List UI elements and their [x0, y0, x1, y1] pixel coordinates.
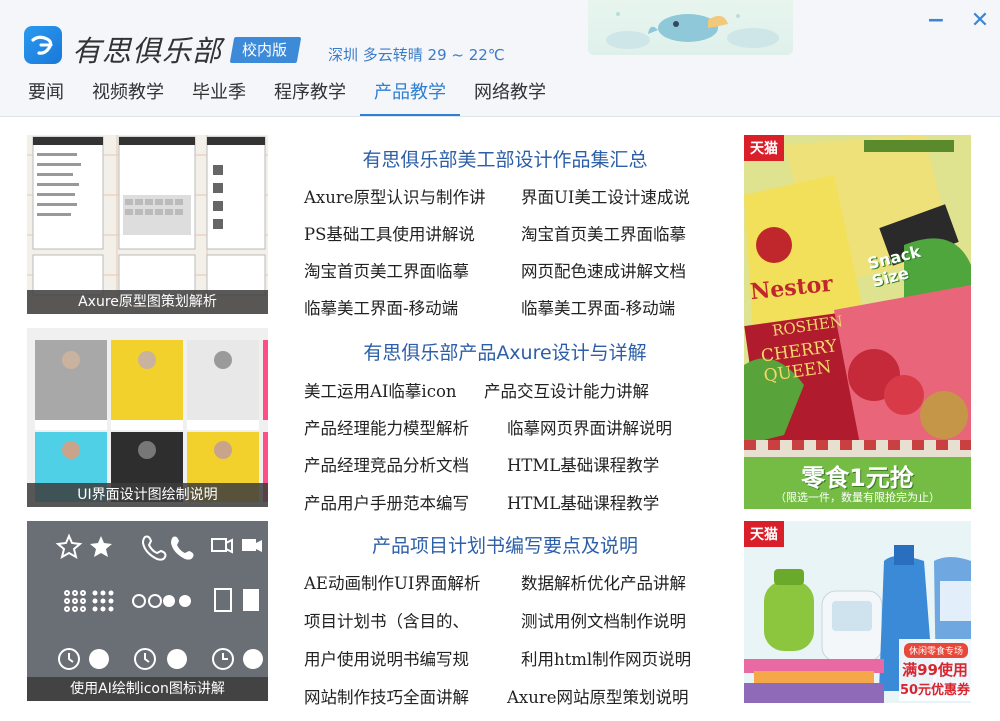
weather-illustration	[588, 0, 793, 55]
minimize-button[interactable]: −	[923, 8, 949, 34]
article-link[interactable]: 用户使用说明书编写规	[304, 646, 469, 670]
article-link[interactable]: 产品经理竞品分析文档	[304, 452, 469, 476]
article-link[interactable]: HTML基础课程教学	[507, 452, 659, 476]
snack-ad-banner[interactable]: 天猫 Nestor ROSHEN CHERRY QUEEN Snack Size…	[744, 135, 971, 509]
app-title: 有思俱乐部	[72, 34, 223, 68]
article-link[interactable]: 测试用例文档制作说明	[521, 608, 686, 632]
tab-programming[interactable]: 程序教学	[260, 78, 360, 114]
thumbnail-icon-drawing[interactable]: 使用AI绘制icon图标讲解	[27, 521, 268, 701]
app-header: 有思俱乐部 校内版 深圳 多云转晴 29 ~ 22℃ − ✕ 要闻 视频教学 毕…	[0, 0, 1000, 117]
promo-coupon: 50元优惠券	[899, 683, 971, 698]
section-title-project-plan[interactable]: 产品项目计划书编写要点及说明	[300, 531, 710, 558]
icon-set-image	[55, 533, 263, 670]
article-link[interactable]: 产品用户手册范本编写	[304, 490, 469, 514]
article-link[interactable]: Axure网站原型策划说明	[507, 684, 689, 708]
tab-graduation[interactable]: 毕业季	[178, 78, 260, 114]
axure-wireframe-image	[27, 135, 268, 314]
thumbnail-caption: Axure原型图策划解析	[27, 290, 268, 314]
tmall-tag: 天猫	[744, 135, 784, 161]
article-link[interactable]: 美工运用AI临摹icon	[304, 378, 457, 402]
article-link[interactable]: 临摹美工界面-移动端	[304, 295, 458, 319]
tab-news[interactable]: 要闻	[14, 78, 78, 114]
app-logo-icon	[24, 26, 62, 64]
promo-threshold: 满99使用	[902, 661, 968, 679]
promo-category: 休闲零食专场	[904, 643, 968, 658]
household-ad-banner[interactable]: 天猫 休闲零食专场 满99使用 50元优惠券	[744, 521, 971, 703]
thumbnail-axure[interactable]: Axure原型图策划解析	[27, 135, 268, 314]
close-button[interactable]: ✕	[967, 8, 993, 34]
article-link[interactable]: 淘宝首页美工界面临摹	[304, 258, 469, 282]
article-link[interactable]: 界面UI美工设计速成说	[521, 184, 690, 208]
article-link[interactable]: 临摹美工界面-移动端	[521, 295, 675, 319]
article-link[interactable]: 产品交互设计能力讲解	[484, 378, 649, 402]
article-link[interactable]: 网页配色速成讲解文档	[521, 258, 686, 282]
article-link[interactable]: 数据解析优化产品讲解	[521, 570, 686, 594]
article-link[interactable]: 项目计划书（含目的、	[304, 608, 469, 632]
article-link[interactable]: PS基础工具使用讲解说	[304, 221, 475, 245]
article-link[interactable]: HTML基础课程教学	[507, 490, 659, 514]
article-link[interactable]: AE动画制作UI界面解析	[304, 570, 480, 594]
article-link[interactable]: 网站制作技巧全面讲解	[304, 684, 469, 708]
article-link[interactable]: 淘宝首页美工界面临摹	[521, 221, 686, 245]
edition-badge: 校内版	[229, 37, 302, 63]
category-tabs: 要闻 视频教学 毕业季 程序教学 产品教学 网络教学	[14, 78, 560, 116]
ad-headline: 零食1元抢	[801, 464, 914, 492]
thumbnail-caption: UI界面设计图绘制说明	[27, 483, 268, 507]
thumbnail-caption: 使用AI绘制icon图标讲解	[27, 677, 268, 701]
article-link[interactable]: 临摹网页界面讲解说明	[507, 415, 672, 439]
tab-product[interactable]: 产品教学	[360, 78, 460, 116]
ad-subline: （限选一件，数量有限抢完为止）	[775, 491, 940, 504]
article-link[interactable]: 利用html制作网页说明	[521, 646, 691, 670]
tab-network[interactable]: 网络教学	[460, 78, 560, 114]
edition-badge-label: 校内版	[242, 41, 288, 59]
article-link[interactable]: Axure原型认识与制作讲	[304, 184, 486, 208]
tab-video-teaching[interactable]: 视频教学	[78, 78, 178, 114]
article-link[interactable]: 产品经理能力模型解析	[304, 415, 469, 439]
section-title-axure-product[interactable]: 有思俱乐部产品Axure设计与详解	[300, 338, 710, 365]
ui-cards-image	[35, 340, 268, 502]
section-title-design-portfolio[interactable]: 有思俱乐部美工部设计作品集汇总	[300, 145, 710, 172]
thumbnail-ui-design[interactable]: UI界面设计图绘制说明	[27, 328, 268, 507]
tmall-tag: 天猫	[744, 521, 784, 547]
weather-info: 深圳 多云转晴 29 ~ 22℃	[328, 46, 505, 64]
